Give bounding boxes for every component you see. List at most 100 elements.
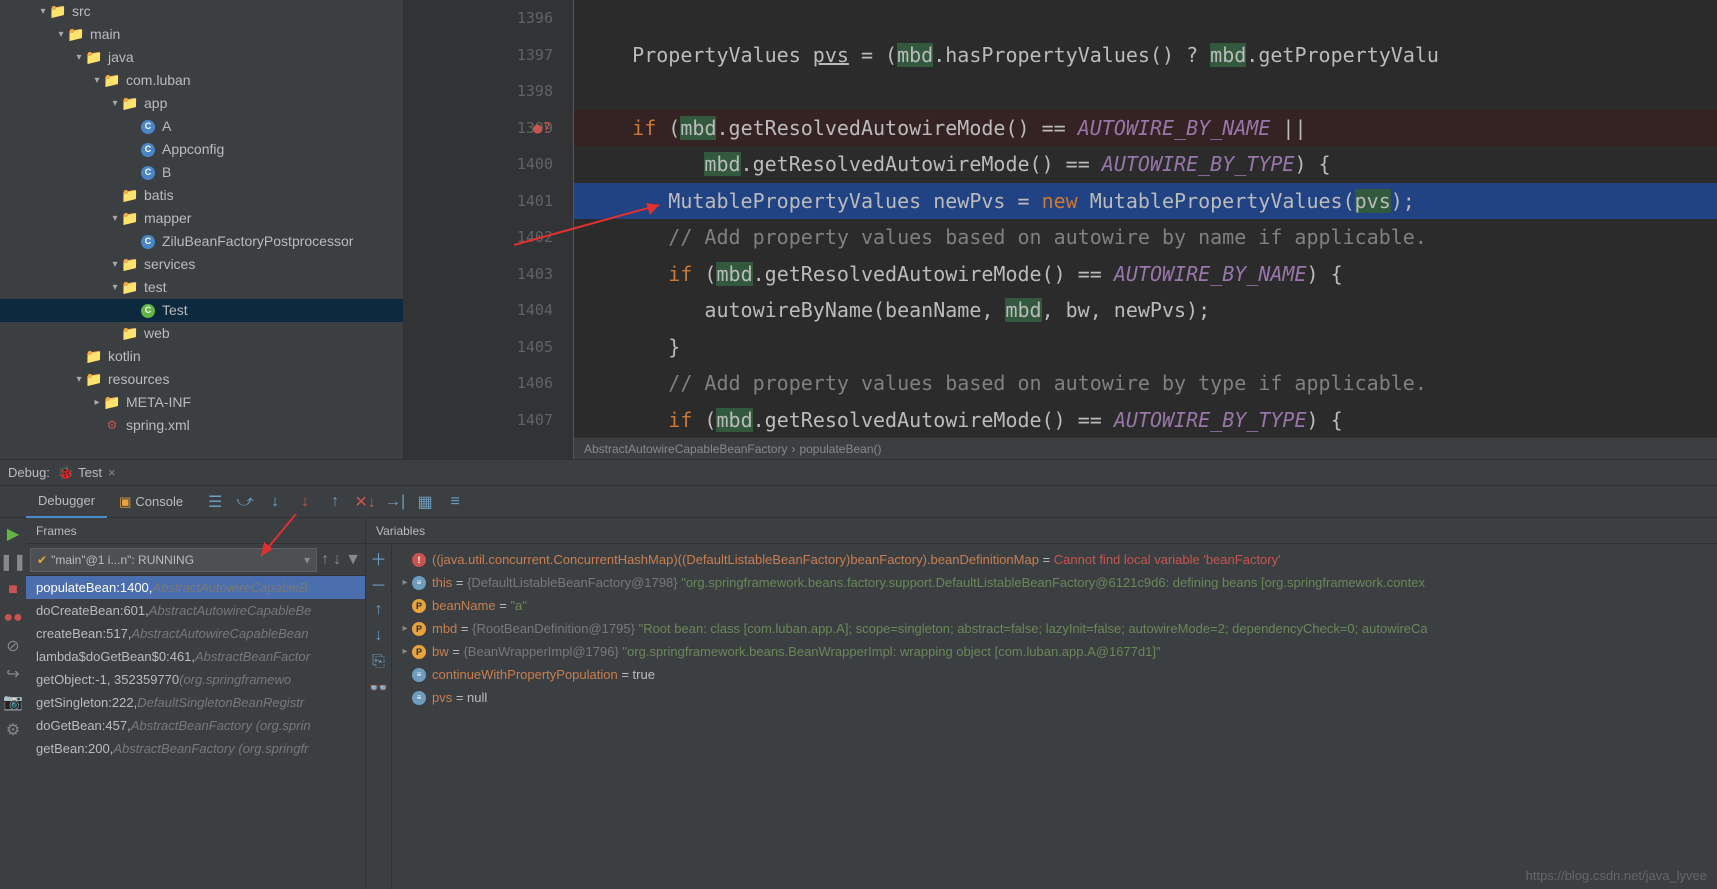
gutter-line[interactable]: 1396 (404, 0, 553, 37)
variable-row[interactable]: ▸Pbw = {BeanWrapperImpl@1796} "org.sprin… (392, 640, 1717, 663)
glasses-icon[interactable]: 👓 (371, 680, 387, 696)
mute-icon[interactable]: ⊘ (5, 638, 21, 654)
variable-row[interactable]: ▸≡this = {DefaultListableBeanFactory@179… (392, 571, 1717, 594)
tree-item[interactable]: ▾📁src (0, 0, 403, 23)
code-line[interactable]: if (mbd.getResolvedAutowireMode() == AUT… (574, 402, 1717, 439)
drop-frame-icon[interactable]: ✕↓ (357, 494, 373, 510)
frame-row[interactable]: doGetBean:457, AbstractBeanFactory (org.… (26, 714, 365, 737)
code-line[interactable]: autowireByName(beanName, mbd, bw, newPvs… (574, 292, 1717, 329)
restore-icon[interactable]: ↪ (5, 666, 21, 682)
expand-icon[interactable]: ▾ (36, 0, 50, 23)
tab-debugger[interactable]: Debugger (26, 486, 107, 518)
copy-icon[interactable]: ⎘ (371, 654, 387, 670)
gutter-line[interactable]: 1400 (404, 146, 553, 183)
remove-watch-icon[interactable]: － (371, 576, 387, 592)
frame-row[interactable]: createBean:517, AbstractAutowireCapableB… (26, 622, 365, 645)
variable-row[interactable]: PbeanName = "a" (392, 594, 1717, 617)
expand-icon[interactable]: ▾ (54, 23, 68, 46)
run-to-cursor-icon[interactable]: →| (387, 494, 403, 510)
gutter-line[interactable]: 1403 (404, 256, 553, 293)
expand-icon[interactable]: ▸ (398, 577, 412, 588)
tree-item[interactable]: ▾📁java (0, 46, 403, 69)
code-line[interactable]: if (mbd.getResolvedAutowireMode() == AUT… (574, 110, 1717, 147)
code-line[interactable]: // Add property values based on autowire… (574, 219, 1717, 256)
gutter-line[interactable]: 1404 (404, 292, 553, 329)
gutter-line[interactable]: 1405 (404, 329, 553, 366)
tree-item[interactable]: 📁web (0, 322, 403, 345)
settings-icon[interactable]: ⚙ (5, 722, 21, 738)
force-step-into-icon[interactable]: ↓ (297, 494, 313, 510)
breakpoint-icon[interactable]: ●? (533, 110, 551, 147)
variable-row[interactable]: ▸Pmbd = {RootBeanDefinition@1795} "Root … (392, 617, 1717, 640)
expand-icon[interactable]: ▾ (90, 69, 104, 92)
expand-icon[interactable]: ▾ (72, 368, 86, 391)
tree-item[interactable]: CTest (0, 299, 403, 322)
add-watch-icon[interactable]: ＋ (371, 550, 387, 566)
code-editor[interactable]: 1396139713981399●?1400140114021403140414… (404, 0, 1717, 459)
variable-row[interactable]: ≡continueWithPropertyPopulation = true (392, 663, 1717, 686)
frame-row[interactable]: lambda$doGetBean$0:461, AbstractBeanFact… (26, 645, 365, 668)
expand-icon[interactable]: ▾ (108, 276, 122, 299)
variable-row[interactable]: ≡pvs = null (392, 686, 1717, 709)
code-line[interactable]: } (574, 329, 1717, 366)
frame-row[interactable]: getBean:200, AbstractBeanFactory (org.sp… (26, 737, 365, 760)
gutter-line[interactable]: 1397 (404, 37, 553, 74)
frame-row[interactable]: getObject:-1, 352359770 (org.springframe… (26, 668, 365, 691)
code-line[interactable]: if (mbd.getResolvedAutowireMode() == AUT… (574, 256, 1717, 293)
stop-icon[interactable]: ■ (5, 582, 21, 598)
code-line[interactable] (574, 73, 1717, 110)
gutter-line[interactable]: 1406 (404, 365, 553, 402)
code-line[interactable]: // Add property values based on autowire… (574, 365, 1717, 402)
breakpoints-icon[interactable]: ●● (5, 610, 21, 626)
tree-item[interactable]: CA (0, 115, 403, 138)
breadcrumb[interactable]: AbstractAutowireCapableBeanFactory › pop… (574, 437, 1717, 459)
code-line[interactable]: mbd.getResolvedAutowireMode() == AUTOWIR… (574, 146, 1717, 183)
code-line[interactable]: PropertyValues pvs = (mbd.hasPropertyVal… (574, 37, 1717, 74)
camera-icon[interactable]: 📷 (5, 694, 21, 710)
tree-item[interactable]: ▾📁test (0, 276, 403, 299)
tree-item[interactable]: 📁kotlin (0, 345, 403, 368)
expand-icon[interactable]: ▸ (398, 646, 412, 657)
step-over-icon[interactable]: ⤻ (237, 494, 253, 510)
frame-row[interactable]: doCreateBean:601, AbstractAutowireCapabl… (26, 599, 365, 622)
frame-row[interactable]: populateBean:1400, AbstractAutowireCapab… (26, 576, 365, 599)
tree-item[interactable]: ▾📁app (0, 92, 403, 115)
close-icon[interactable]: × (108, 465, 116, 480)
frames-list[interactable]: populateBean:1400, AbstractAutowireCapab… (26, 576, 365, 889)
tree-item[interactable]: ▾📁resources (0, 368, 403, 391)
variable-row[interactable]: !((java.util.concurrent.ConcurrentHashMa… (392, 548, 1717, 571)
frame-row[interactable]: getSingleton:222, DefaultSingletonBeanRe… (26, 691, 365, 714)
down-icon[interactable]: ↓ (371, 628, 387, 644)
expand-icon[interactable]: ▾ (108, 253, 122, 276)
project-tree[interactable]: ▾📁src▾📁main▾📁java▾📁com.luban▾📁appCACAppc… (0, 0, 404, 459)
code-line[interactable] (574, 0, 1717, 37)
resume-icon[interactable]: ▶ (5, 526, 21, 542)
layout-icon[interactable]: ☰ (207, 494, 223, 510)
tree-item[interactable]: CZiluBeanFactoryPostprocessor (0, 230, 403, 253)
gutter-line[interactable]: 1399●? (404, 110, 553, 147)
filter-icon[interactable]: ▼ (345, 551, 361, 569)
tree-item[interactable]: 📁batis (0, 184, 403, 207)
code-line[interactable]: MutablePropertyValues newPvs = new Mutab… (574, 183, 1717, 220)
expand-icon[interactable]: ▸ (398, 623, 412, 634)
tree-item[interactable]: CAppconfig (0, 138, 403, 161)
expand-icon[interactable]: ▸ (90, 391, 104, 414)
tree-item[interactable]: ▾📁com.luban (0, 69, 403, 92)
variables-list[interactable]: !((java.util.concurrent.ConcurrentHashMa… (392, 544, 1717, 889)
tree-item[interactable]: ⚙spring.xml (0, 414, 403, 437)
tree-item[interactable]: ▾📁main (0, 23, 403, 46)
gutter-line[interactable]: 1407 (404, 402, 553, 439)
tree-item[interactable]: ▾📁services (0, 253, 403, 276)
step-into-icon[interactable]: ↓ (267, 494, 283, 510)
tree-item[interactable]: CB (0, 161, 403, 184)
expand-icon[interactable]: ▾ (108, 207, 122, 230)
prev-frame-icon[interactable]: ↑ (321, 551, 329, 569)
tab-console[interactable]: ▣ Console (107, 486, 195, 518)
expand-icon[interactable]: ▾ (72, 46, 86, 69)
up-icon[interactable]: ↑ (371, 602, 387, 618)
debug-run-config[interactable]: 🐞 Test (58, 465, 102, 481)
tree-item[interactable]: ▸📁META-INF (0, 391, 403, 414)
gutter-line[interactable]: 1398 (404, 73, 553, 110)
tree-item[interactable]: ▾📁mapper (0, 207, 403, 230)
trace-icon[interactable]: ≡ (447, 494, 463, 510)
